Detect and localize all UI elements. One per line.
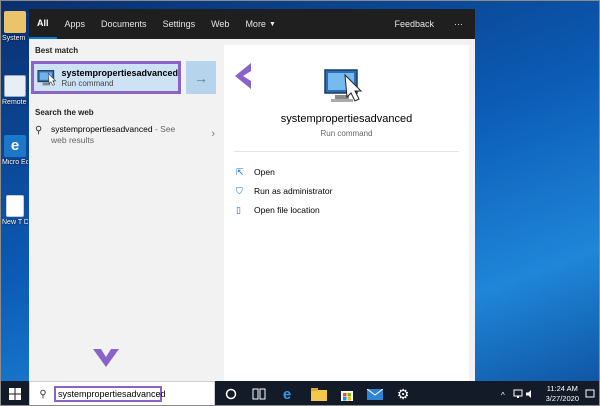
more-options-button[interactable]: ···	[442, 9, 475, 39]
edge-taskbar-icon[interactable]: e	[279, 385, 295, 403]
annotation-chevron-left-icon	[235, 63, 251, 89]
system-properties-icon	[37, 69, 57, 86]
gear-icon: ⚙	[396, 385, 410, 402]
speaker-icon	[526, 390, 531, 398]
desktop-icon-folder[interactable]: System	[2, 11, 27, 43]
annotation-chevron-down-icon	[93, 349, 119, 367]
web-result-text: systempropertiesadvanced - See web resul…	[51, 124, 175, 146]
desktop: System Remote Applic e Micro Edg New T D…	[0, 0, 600, 406]
desktop-icon-label: Remote Applic	[2, 99, 28, 106]
start-button[interactable]	[1, 381, 29, 405]
tab-label: Settings	[162, 19, 196, 29]
web-result-suffix: - See	[152, 124, 176, 134]
action-open-file-location[interactable]: ▯ Open file location	[236, 205, 320, 215]
action-run-as-admin[interactable]: ⛉ Run as administrator	[236, 186, 332, 196]
action-label: Open	[254, 167, 275, 177]
tray-overflow-icon[interactable]: ^	[501, 389, 511, 400]
preview-subtitle: Run command	[320, 129, 373, 138]
divider	[234, 151, 459, 152]
arrow-right-icon: →	[194, 69, 208, 86]
open-icon: ⇱	[236, 167, 244, 177]
folder-icon	[4, 11, 26, 33]
action-label: Run as administrator	[254, 186, 333, 196]
best-match-title: systempropertiesadvanced	[61, 67, 178, 78]
tab-all[interactable]: All	[29, 9, 57, 39]
action-open[interactable]: ⇱ Open	[236, 167, 275, 177]
preview-title: systempropertiesadvanced	[280, 113, 413, 125]
volume-icon[interactable]	[525, 389, 535, 399]
tab-label: All	[37, 18, 49, 28]
file-location-icon: ▯	[236, 205, 241, 215]
search-web-heading: Search the web	[35, 108, 94, 117]
file-explorer-icon[interactable]	[311, 386, 327, 402]
tab-settings[interactable]: Settings	[155, 9, 204, 39]
desktop-icon-newdoc[interactable]: New T Docume	[2, 195, 28, 227]
clock[interactable]: 11:24 AM 3/27/2020	[546, 384, 579, 404]
cortana-icon[interactable]	[223, 386, 239, 402]
edge-icon: e	[282, 385, 292, 403]
desktop-icon-remote[interactable]: Remote Applic	[2, 75, 28, 107]
tab-web[interactable]: Web	[203, 9, 237, 39]
action-center-icon	[585, 389, 595, 398]
windows-logo-icon	[9, 388, 21, 400]
settings-icon[interactable]: ⚙	[395, 386, 411, 402]
store-icon[interactable]	[339, 386, 355, 402]
system-properties-large-icon	[324, 69, 363, 102]
folder-icon	[311, 387, 327, 401]
tab-label: Documents	[101, 19, 147, 29]
more-options-icon: ···	[454, 19, 463, 29]
envelope-icon	[367, 388, 383, 400]
network-monitor-icon	[513, 389, 523, 398]
results-pane: Best match systempropertiesadvanced Run …	[29, 39, 223, 381]
cortana-circle-icon	[225, 388, 237, 400]
web-result[interactable]: ⚲ systempropertiesadvanced - See web res…	[35, 124, 215, 150]
best-match-subtitle: Run command	[61, 78, 114, 88]
tab-label: More	[245, 19, 266, 29]
chevron-right-icon: ›	[211, 128, 215, 140]
task-view-glyph-icon	[252, 388, 266, 400]
clock-time: 11:24 AM	[546, 384, 578, 393]
search-input[interactable]: systempropertiesadvanced	[54, 386, 166, 402]
search-scope-tabs: All Apps Documents Settings Web More ▼ Fe…	[29, 9, 475, 39]
preview-pane: systempropertiesadvanced Run command ⇱ O…	[224, 45, 469, 381]
web-result-line2: web results	[51, 135, 94, 145]
desktop-icon-label: Micro Edg	[2, 159, 28, 166]
feedback-label: Feedback	[394, 19, 434, 29]
desktop-icon-edge[interactable]: e Micro Edg	[2, 135, 28, 167]
taskbar-search-box[interactable]: ⚲ systempropertiesadvanced	[29, 381, 215, 405]
shield-icon: ⛉	[236, 186, 243, 196]
notifications-icon[interactable]	[585, 389, 595, 399]
action-label: Open file location	[254, 205, 320, 215]
network-icon[interactable]	[513, 389, 523, 399]
tab-label: Apps	[64, 19, 86, 29]
web-result-query: systempropertiesadvanced	[51, 124, 153, 134]
chevron-up-icon: ^	[501, 391, 505, 400]
store-bag-icon	[341, 391, 353, 401]
best-match-result[interactable]: systempropertiesadvanced Run command	[31, 61, 181, 94]
tab-label: Web	[211, 19, 230, 29]
mail-icon[interactable]	[367, 386, 383, 402]
taskbar: ⚲ systempropertiesadvanced e ⚙ ^ 11:24 A…	[1, 381, 599, 405]
tab-more[interactable]: More ▼	[237, 9, 283, 39]
feedback-button[interactable]: Feedback	[386, 9, 442, 39]
search-icon: ⚲	[39, 388, 47, 400]
edge-icon: e	[4, 135, 26, 157]
expand-arrow-button[interactable]: →	[186, 61, 216, 94]
text-document-icon	[6, 195, 24, 217]
caret-down-icon: ▼	[268, 20, 276, 28]
search-icon: ⚲	[35, 125, 43, 136]
task-view-icon[interactable]	[251, 386, 267, 402]
clock-date: 3/27/2020	[545, 394, 579, 403]
desktop-icon-label: New T Docume	[2, 219, 28, 226]
tab-documents[interactable]: Documents	[93, 9, 155, 39]
remote-app-icon	[4, 75, 26, 97]
best-match-heading: Best match	[35, 46, 79, 55]
tab-apps[interactable]: Apps	[57, 9, 94, 39]
desktop-icon-label: System	[2, 35, 26, 42]
